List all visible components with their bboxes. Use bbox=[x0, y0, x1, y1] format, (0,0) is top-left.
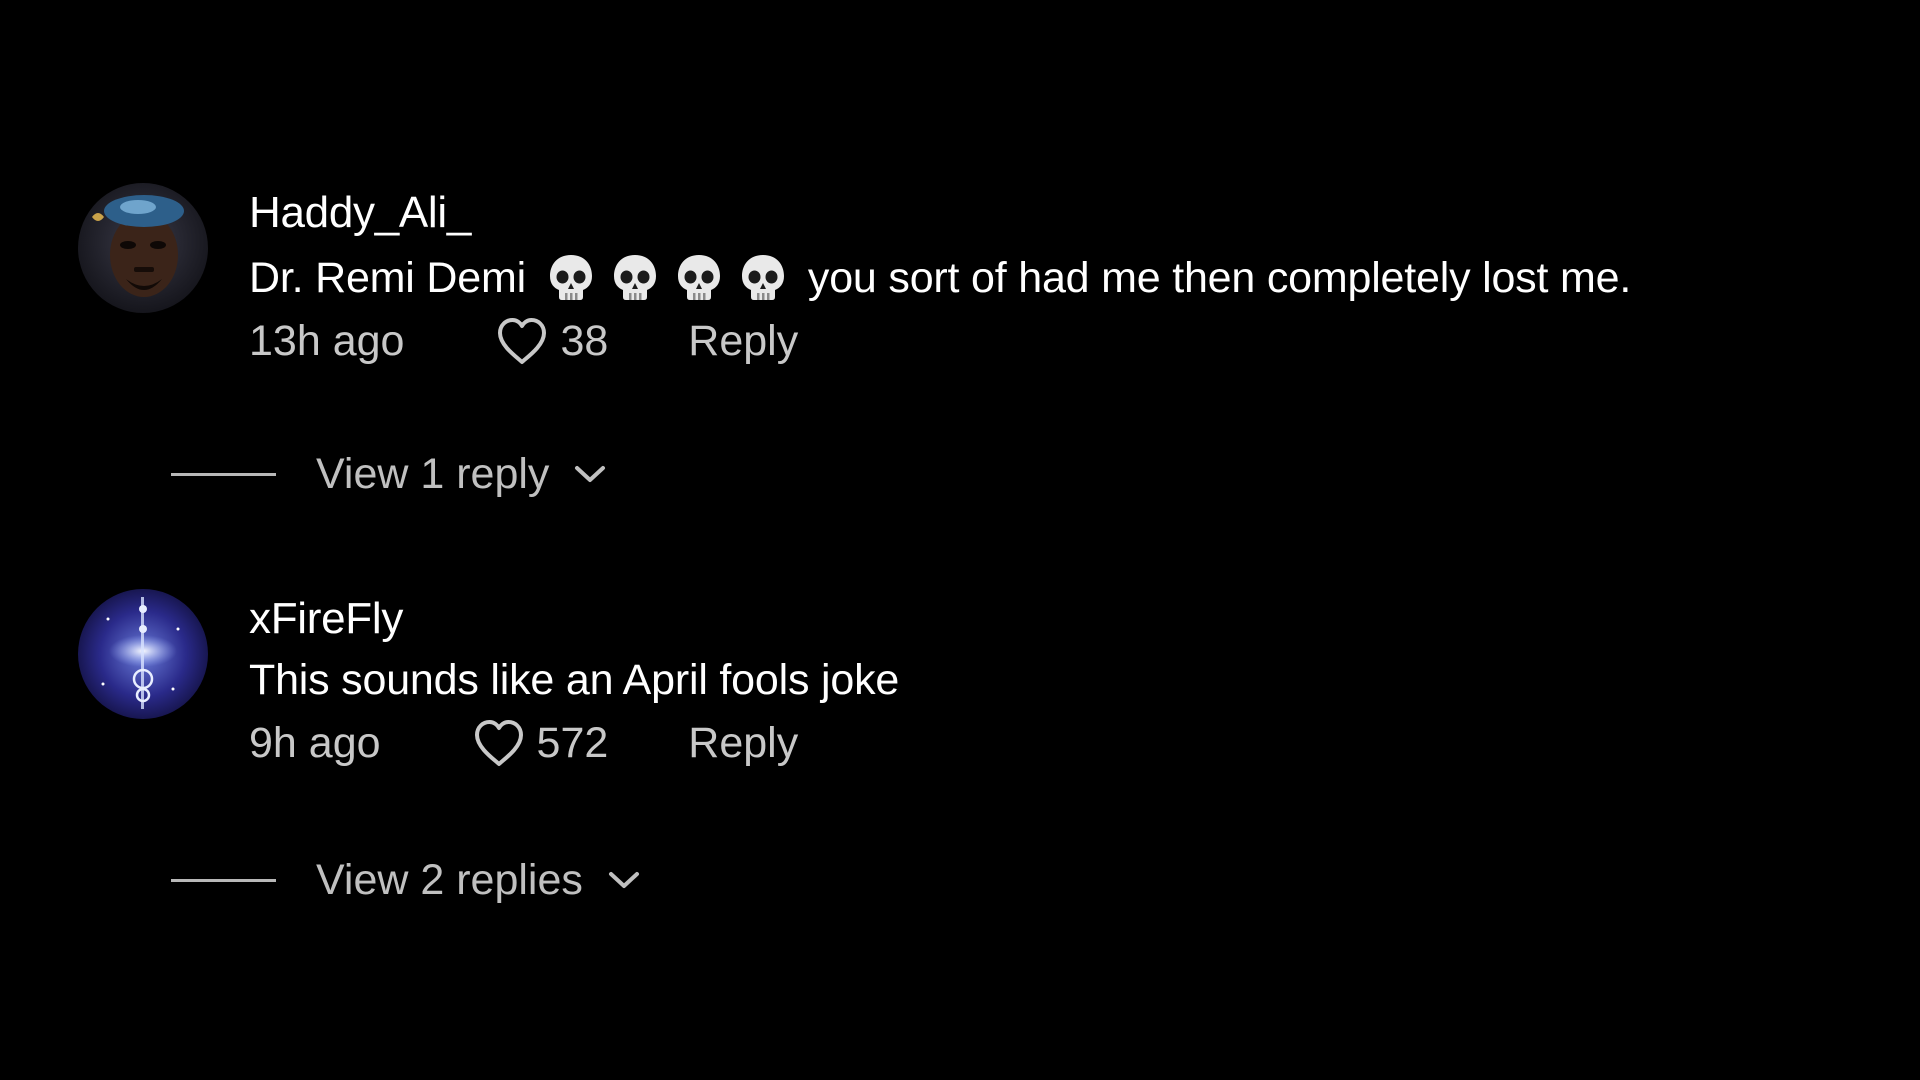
view-replies-button[interactable]: View 2 replies bbox=[171, 852, 641, 908]
comment-username[interactable]: Haddy_Ali_ bbox=[249, 187, 471, 239]
view-replies-button[interactable]: View 1 reply bbox=[171, 446, 607, 502]
avatar[interactable] bbox=[78, 589, 208, 719]
skull-icon bbox=[741, 255, 784, 300]
skull-icon bbox=[613, 255, 656, 300]
comment-list: Haddy_Ali_ Dr. Remi Demi you sort of had… bbox=[0, 0, 1920, 1080]
avatar-image bbox=[78, 589, 208, 719]
comment-text: This sounds like an April fools joke bbox=[249, 656, 900, 704]
comment-username[interactable]: xFireFly bbox=[249, 593, 403, 645]
divider-line bbox=[171, 878, 276, 882]
comment-text-before: Dr. Remi Demi bbox=[249, 254, 526, 302]
comment-meta: 13h ago 38 Reply bbox=[249, 313, 798, 369]
like-count: 572 bbox=[536, 718, 609, 767]
view-replies-label: View 2 replies bbox=[316, 855, 583, 904]
skull-icon bbox=[677, 255, 720, 300]
heart-outline-icon bbox=[498, 318, 547, 364]
avatar[interactable] bbox=[78, 183, 208, 313]
emoji-group bbox=[544, 251, 790, 305]
view-replies-label: View 1 reply bbox=[316, 449, 550, 498]
heart-outline-icon bbox=[474, 720, 523, 766]
reply-button[interactable]: Reply bbox=[688, 719, 798, 768]
like-button[interactable]: 572 bbox=[471, 717, 609, 769]
comment-text: Dr. Remi Demi you sort of had me then co… bbox=[249, 251, 1631, 305]
comment-text-after: you sort of had me then completely lost … bbox=[807, 254, 1632, 302]
comment-time: 13h ago bbox=[249, 316, 405, 365]
reply-button[interactable]: Reply bbox=[688, 317, 798, 366]
divider-line bbox=[171, 472, 276, 476]
chevron-down-icon bbox=[608, 872, 639, 888]
skull-icon bbox=[549, 255, 592, 300]
like-button[interactable]: 38 bbox=[494, 315, 608, 367]
comment-time: 9h ago bbox=[249, 718, 381, 767]
like-count: 38 bbox=[560, 316, 609, 365]
avatar-image bbox=[78, 183, 208, 313]
chevron-down-icon bbox=[575, 466, 606, 482]
comment-meta: 9h ago 572 Reply bbox=[249, 715, 798, 771]
